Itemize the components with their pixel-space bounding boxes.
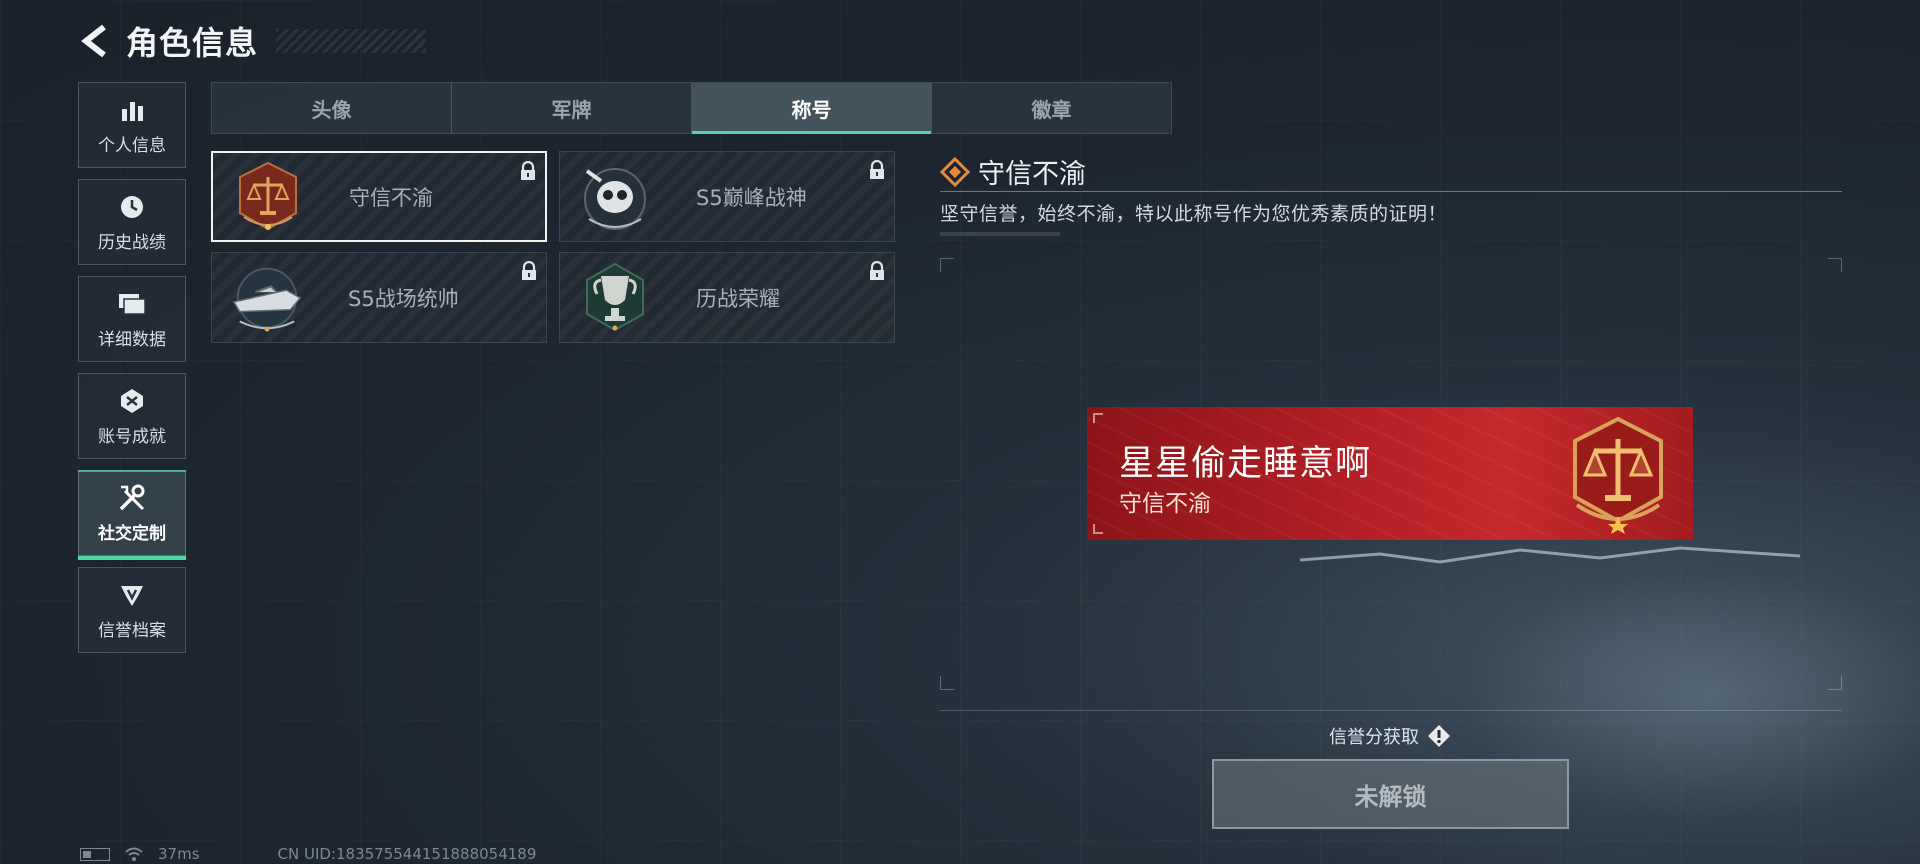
status-bar: 37ms CN UID:183575544151888054189	[80, 845, 536, 863]
title-decoration	[276, 29, 427, 53]
title-card[interactable]: 守信不渝	[211, 151, 547, 242]
battery-icon	[80, 847, 110, 861]
credit-shield-icon	[117, 580, 147, 610]
tab-badge[interactable]: 徽章	[932, 83, 1171, 133]
lightning-decoration	[1300, 546, 1800, 564]
player-name: 星星偷走睡意啊	[1119, 444, 1372, 484]
sidebar-item-label: 账号成就	[98, 426, 166, 447]
title-card[interactable]: S5巅峰战神	[559, 151, 895, 242]
ping-value: 37ms	[158, 845, 200, 863]
lock-icon	[522, 261, 536, 280]
detail-title: 守信不渝	[978, 159, 1086, 190]
sidebar-item-detailed-data[interactable]: 详细数据	[78, 276, 186, 362]
clock-icon	[117, 192, 147, 222]
sidebar-item-history[interactable]: 历史战绩	[78, 179, 186, 265]
lock-icon	[870, 160, 884, 179]
info-diamond-icon	[1428, 725, 1450, 747]
unlock-button[interactable]: 未解锁	[1212, 759, 1569, 829]
uid-text: CN UID:183575544151888054189	[277, 845, 537, 863]
sidebar-item-label: 详细数据	[98, 329, 166, 350]
boat-emblem-icon	[228, 259, 306, 337]
tools-icon	[117, 483, 147, 513]
title-card[interactable]: S5战场统帅	[211, 252, 547, 343]
back-button[interactable]	[78, 22, 112, 60]
sidebar-item-label: 历史战绩	[98, 232, 166, 253]
folders-icon	[117, 289, 147, 319]
sidebar: 个人信息 历史战绩 详细数据 账号成就 社交定制 信誉档案	[78, 82, 188, 664]
scales-emblem-icon	[1573, 416, 1663, 534]
lock-icon	[521, 161, 535, 180]
credit-source-label: 信誉分获取	[1329, 727, 1419, 748]
sidebar-item-personal-info[interactable]: 个人信息	[78, 82, 186, 168]
achievement-icon	[117, 386, 147, 416]
credit-source-link[interactable]: 信誉分获取	[1329, 723, 1451, 749]
detail-header: 守信不渝	[940, 152, 1086, 191]
tab-dog-tag[interactable]: 军牌	[452, 83, 692, 133]
divider	[940, 191, 1842, 192]
back-arrow-icon	[81, 24, 106, 58]
sidebar-item-label: 社交定制	[98, 523, 166, 544]
tab-bar: 头像 军牌 称号 徽章	[211, 82, 1172, 134]
bar-chart-icon	[117, 95, 147, 125]
title-name: S5战场统帅	[348, 286, 459, 311]
detail-description: 坚守信誉，始终不渝，特以此称号作为您优秀素质的证明！	[940, 203, 1448, 225]
trophy-emblem-icon	[576, 259, 654, 337]
title-banner-preview: 星星偷走睡意啊 守信不渝	[1087, 407, 1693, 540]
title-name: 守信不渝	[349, 185, 433, 210]
tab-title[interactable]: 称号	[692, 83, 932, 134]
skull-emblem-icon	[576, 158, 654, 236]
sidebar-item-credit-record[interactable]: 信誉档案	[78, 567, 186, 653]
tab-avatar[interactable]: 头像	[212, 83, 452, 133]
divider	[940, 710, 1842, 711]
title-grid: 守信不渝 S5巅峰战神 S5战场统帅 历战荣耀	[211, 151, 895, 343]
banner-title-text: 守信不渝	[1119, 491, 1211, 517]
page-title: 角色信息	[126, 24, 259, 62]
wifi-icon	[125, 847, 143, 861]
diamond-icon	[940, 156, 970, 187]
lock-icon	[870, 261, 884, 280]
page-header: 角色信息	[78, 18, 427, 64]
title-card[interactable]: 历战荣耀	[559, 252, 895, 343]
sidebar-item-label: 信誉档案	[98, 620, 166, 641]
divider	[940, 232, 1060, 236]
scales-emblem-icon	[229, 158, 307, 236]
sidebar-item-social-custom[interactable]: 社交定制	[78, 470, 186, 560]
title-name: 历战荣耀	[696, 286, 780, 311]
title-name: S5巅峰战神	[696, 185, 807, 210]
sidebar-item-achievements[interactable]: 账号成就	[78, 373, 186, 459]
sidebar-item-label: 个人信息	[98, 135, 166, 156]
